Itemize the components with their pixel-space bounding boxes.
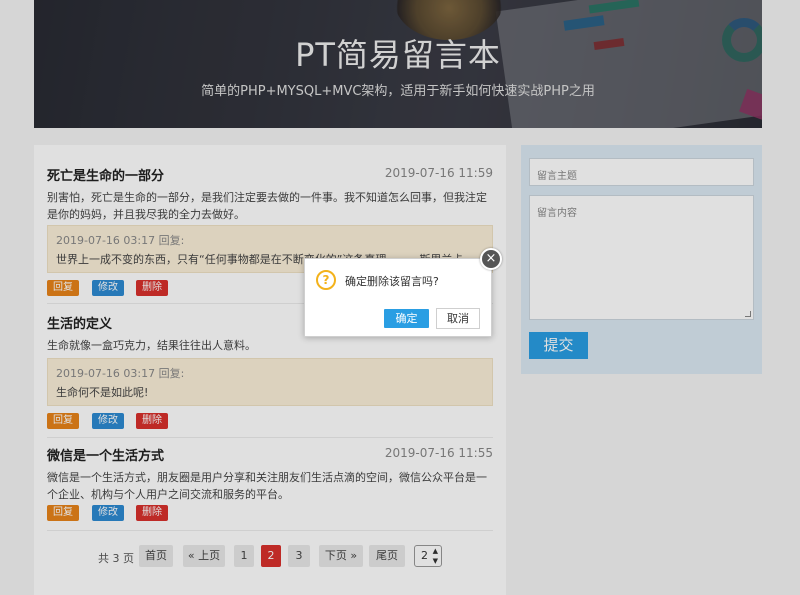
cancel-button[interactable]: 取消 (436, 308, 480, 329)
confirm-dialog: ? 确定删除该留言吗? 确定 取消 (304, 258, 492, 337)
close-icon[interactable]: × (480, 248, 502, 270)
dialog-message: 确定删除该留言吗? (345, 275, 439, 288)
question-icon: ? (316, 270, 336, 290)
confirm-button[interactable]: 确定 (384, 309, 429, 328)
